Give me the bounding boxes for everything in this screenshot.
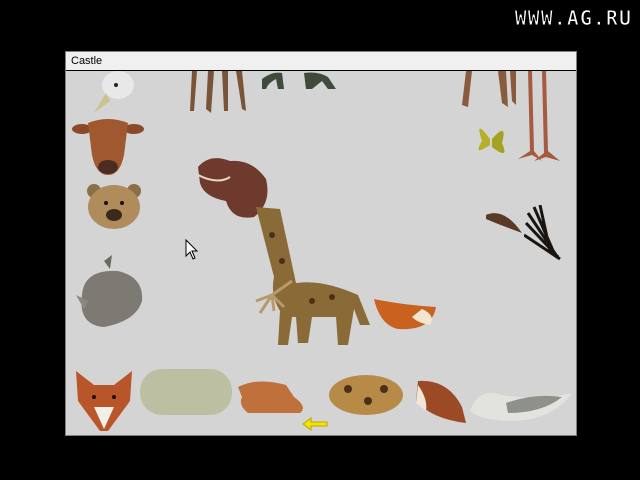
porcupine-tail-part[interactable] bbox=[524, 205, 564, 261]
sheep-body-part[interactable] bbox=[140, 369, 232, 415]
butterfly-wings-part[interactable] bbox=[472, 117, 510, 163]
flamingo-legs-part[interactable] bbox=[516, 71, 562, 163]
dino-legs-part[interactable] bbox=[262, 71, 342, 93]
creature-fox-tail[interactable] bbox=[372, 295, 438, 335]
rhino-head-part[interactable] bbox=[74, 255, 146, 329]
creature-giraffe-body[interactable] bbox=[252, 205, 382, 347]
bird-body-part[interactable] bbox=[412, 377, 470, 425]
window-title: Castle bbox=[66, 52, 576, 71]
fox-head-part[interactable] bbox=[72, 367, 136, 433]
yellow-arrow-icon[interactable] bbox=[302, 417, 328, 431]
watermark: WWW.AG.RU bbox=[514, 6, 632, 31]
lion-body-part[interactable] bbox=[238, 377, 308, 415]
bird-head-part[interactable] bbox=[92, 71, 138, 117]
animal-tail-part[interactable] bbox=[486, 209, 524, 237]
bear-head-part[interactable] bbox=[84, 181, 144, 231]
gull-body-part[interactable] bbox=[468, 381, 574, 423]
deer-legs-part[interactable] bbox=[460, 71, 522, 109]
play-area[interactable] bbox=[66, 71, 576, 435]
cow-head-part[interactable] bbox=[72, 119, 144, 177]
cheetah-body-part[interactable] bbox=[328, 373, 404, 417]
game-window: Castle bbox=[65, 51, 577, 436]
horse-legs-part[interactable] bbox=[184, 71, 258, 115]
creature-bird-claw-leg[interactable] bbox=[252, 277, 294, 315]
mouse-cursor-icon bbox=[185, 238, 199, 261]
